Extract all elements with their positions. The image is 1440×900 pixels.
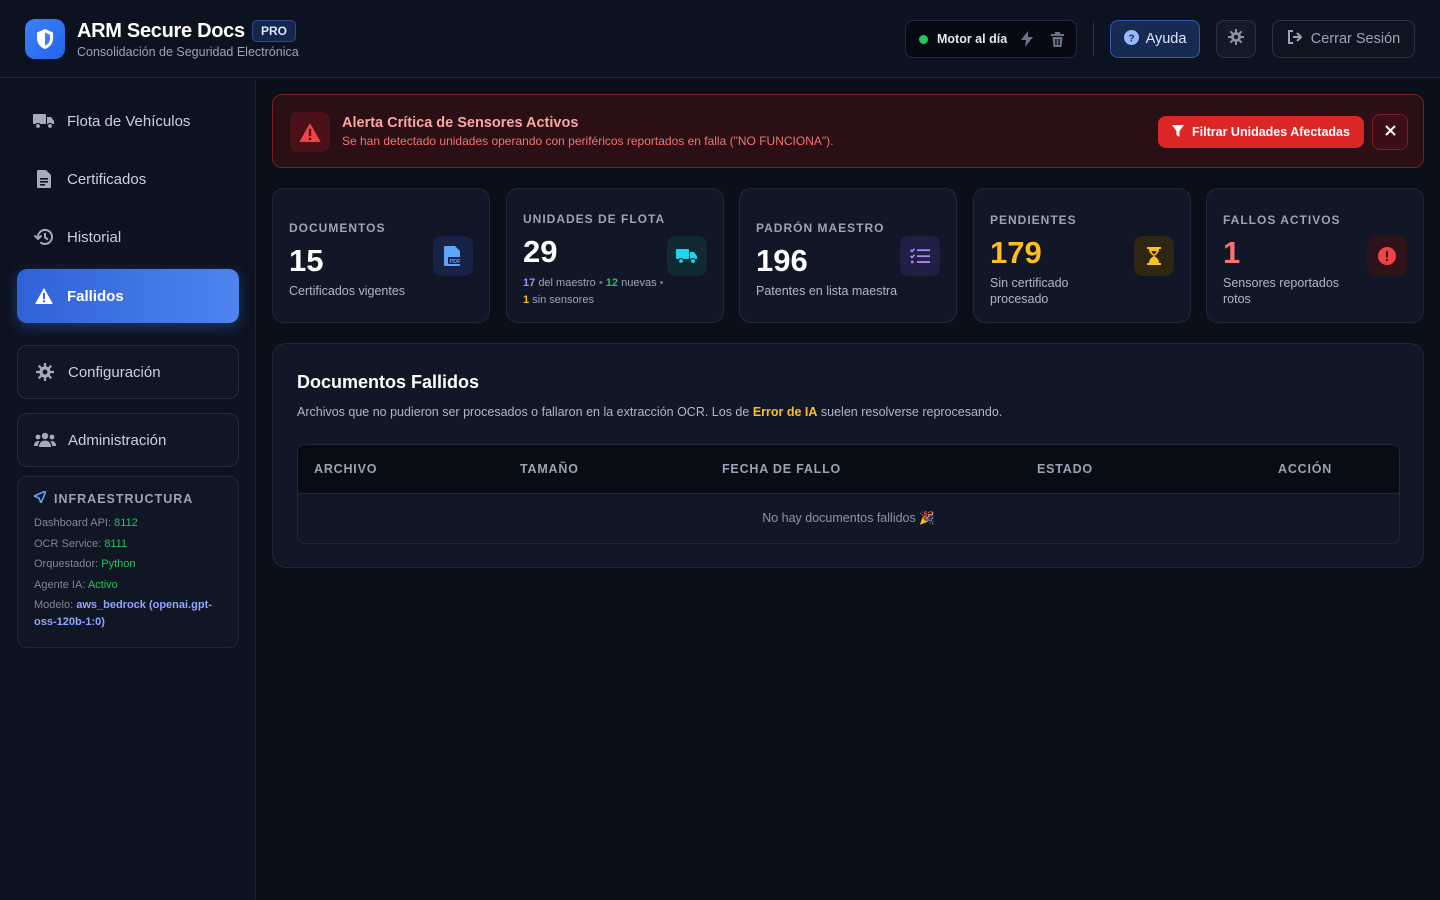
close-icon: [1384, 123, 1396, 141]
table-header: ARCHIVO TAMAÑO FECHA DE FALLO ESTADO ACC…: [298, 445, 1399, 494]
stat-label: PENDIENTES: [990, 213, 1077, 227]
stat-card-master-registry: PADRÓN MAESTRO 196 Patentes en lista mae…: [739, 188, 957, 323]
warning-icon: [33, 285, 55, 307]
gear-icon: [34, 361, 56, 383]
alert-text: Se han detectado unidades operando con p…: [342, 134, 834, 148]
stat-label: UNIDADES DE FLOTA: [523, 212, 666, 226]
empty-state-message: No hay documentos fallidos 🎉: [762, 511, 935, 525]
svg-text:?: ?: [1128, 33, 1134, 44]
failed-documents-panel: Documentos Fallidos Archivos que no pudi…: [272, 343, 1424, 568]
top-header: ARM Secure Docs PRO Consolidación de Seg…: [0, 0, 1440, 78]
filter-button-label: Filtrar Unidades Afectadas: [1192, 125, 1350, 139]
header-divider: [1093, 22, 1094, 56]
stat-card-pending: PENDIENTES 179 Sin certificado procesado: [973, 188, 1191, 323]
infra-row: OCR Service: 8111: [34, 537, 128, 550]
alert-title: Alerta Crítica de Sensores Activos: [342, 115, 579, 131]
help-button[interactable]: ? Ayuda: [1110, 20, 1200, 58]
settings-button[interactable]: [1216, 20, 1256, 58]
engine-status-label: Motor al día: [937, 32, 1008, 46]
infrastructure-title: INFRAESTRUCTURA: [33, 490, 222, 506]
svg-text:PDF: PDF: [450, 259, 462, 265]
send-icon: [33, 490, 47, 506]
sidebar-item-failed[interactable]: Fallidos: [17, 269, 239, 323]
sidebar-item-label: Historial: [67, 228, 122, 246]
sidebar: Flota de Vehículos Certificados Historia…: [0, 79, 256, 900]
stat-subtitle: Certificados vigentes: [289, 284, 406, 298]
pro-badge: PRO: [252, 20, 297, 42]
infrastructure-panel: INFRAESTRUCTURA Dashboard API: 8112 OCR …: [17, 476, 239, 648]
logout-button[interactable]: Cerrar Sesión: [1272, 20, 1415, 58]
infra-row: Dashboard API: 8112: [34, 517, 138, 529]
list-check-icon: [900, 236, 940, 276]
warning-icon: [290, 112, 330, 152]
panel-title: Documentos Fallidos: [297, 372, 480, 392]
sidebar-item-label: Configuración: [68, 363, 161, 381]
panel-description: Archivos que no pudieron ser procesados …: [297, 405, 1003, 419]
sidebar-item-admin[interactable]: Administración: [17, 413, 239, 467]
stat-value: 1: [1223, 235, 1241, 270]
column-header-failure-date[interactable]: FECHA DE FALLO: [722, 462, 841, 476]
pdf-file-icon: PDF: [433, 236, 473, 276]
stat-label: DOCUMENTOS: [289, 221, 386, 235]
stat-value: 15: [289, 243, 324, 278]
sidebar-item-label: Administración: [68, 431, 167, 449]
hourglass-icon: [1134, 236, 1174, 276]
filter-icon: [1172, 124, 1185, 140]
stat-card-fleet: UNIDADES DE FLOTA 29 17 del maestro • 12…: [506, 188, 724, 323]
column-header-action: ACCIÓN: [1278, 462, 1333, 476]
fleet-breakdown: 17 del maestro • 12 nuevas • 1 sin senso…: [523, 277, 664, 306]
stat-value: 179: [990, 235, 1042, 270]
file-icon: [33, 168, 55, 190]
critical-alert-banner: Alerta Crítica de Sensores Activos Se ha…: [272, 94, 1424, 168]
history-icon: [33, 226, 55, 248]
stat-card-documents: DOCUMENTOS 15 Certificados vigentes PDF: [272, 188, 490, 323]
stat-value: 29: [523, 234, 558, 269]
users-icon: [34, 429, 56, 451]
sidebar-item-history[interactable]: Historial: [17, 210, 239, 264]
sidebar-item-label: Fallidos: [67, 287, 124, 305]
logout-label: Cerrar Sesión: [1310, 31, 1401, 47]
stat-label: FALLOS ACTIVOS: [1223, 213, 1341, 227]
column-header-status[interactable]: ESTADO: [1037, 462, 1093, 476]
column-header-file[interactable]: ARCHIVO: [314, 462, 377, 476]
infra-row: Agente IA: Activo: [34, 578, 118, 591]
infra-row: Modelo: aws_bedrock (openai.gpt-oss-120b…: [34, 599, 212, 628]
sidebar-item-settings[interactable]: Configuración: [17, 345, 239, 399]
alert-circle-icon: [1367, 236, 1407, 276]
stat-value: 196: [756, 243, 808, 278]
sidebar-item-fleet[interactable]: Flota de Vehículos: [17, 94, 239, 148]
column-header-size[interactable]: TAMAÑO: [520, 462, 579, 476]
trash-icon[interactable]: [1048, 30, 1066, 48]
sidebar-item-label: Certificados: [67, 170, 147, 188]
sidebar-item-label: Flota de Vehículos: [67, 112, 191, 130]
infra-row: Orquestador: Python: [34, 558, 136, 570]
truck-icon: [33, 110, 55, 132]
help-circle-icon: ?: [1123, 29, 1139, 49]
app-title: ARM Secure Docs: [77, 20, 245, 42]
filter-affected-units-button[interactable]: Filtrar Unidades Afectadas: [1158, 116, 1364, 148]
failed-documents-table: ARCHIVO TAMAÑO FECHA DE FALLO ESTADO ACC…: [297, 444, 1400, 544]
app-subtitle: Consolidación de Seguridad Electrónica: [77, 45, 299, 59]
stat-label: PADRÓN MAESTRO: [756, 221, 885, 235]
stat-card-active-failures: FALLOS ACTIVOS 1 Sensores reportados rot…: [1206, 188, 1424, 323]
logout-icon: [1287, 30, 1303, 48]
close-alert-button[interactable]: [1372, 114, 1408, 150]
gear-icon: [1228, 28, 1244, 50]
shield-icon: [25, 19, 65, 59]
stat-subtitle: Sin certificado procesado: [990, 276, 1069, 306]
engine-status: Motor al día: [905, 20, 1077, 58]
stat-subtitle: Sensores reportados rotos: [1223, 276, 1340, 306]
truck-icon: [667, 236, 707, 276]
help-label: Ayuda: [1145, 31, 1187, 47]
sidebar-item-certificates[interactable]: Certificados: [17, 152, 239, 206]
status-dot-icon: [919, 35, 928, 44]
stat-subtitle: Patentes en lista maestra: [756, 284, 898, 298]
bolt-icon[interactable]: [1018, 30, 1036, 48]
